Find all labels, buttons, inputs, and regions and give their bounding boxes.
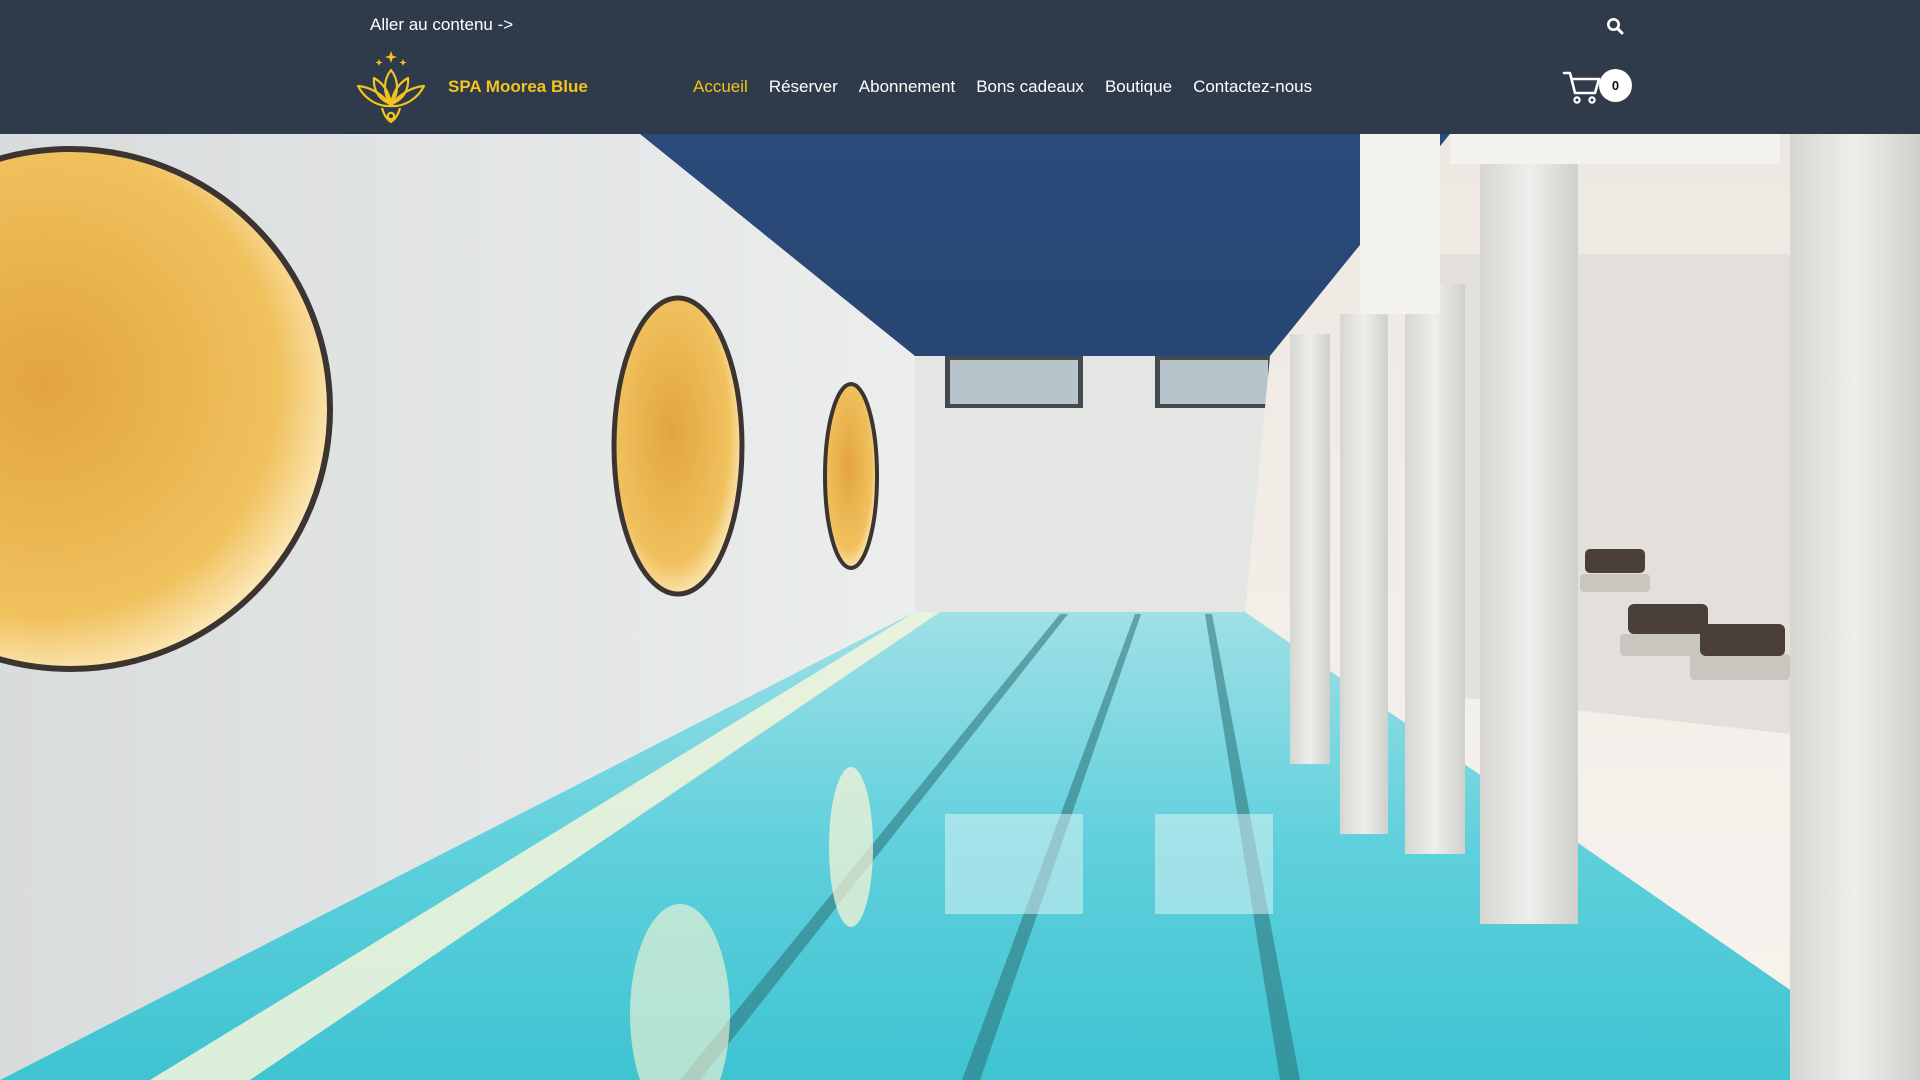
cart-icon [1562,71,1601,104]
nav-item-contactez-nous[interactable]: Contactez-nous [1193,77,1312,97]
nav-item-boutique[interactable]: Boutique [1105,77,1172,97]
lotus-logo-icon [356,51,426,124]
main-nav: Accueil Réserver Abonnement Bons cadeaux… [693,77,1312,97]
nav-item-reserver[interactable]: Réserver [769,77,838,97]
nav-item-accueil[interactable]: Accueil [693,77,748,97]
search-icon [1607,18,1624,35]
cart-count-badge: 0 [1599,69,1632,102]
site-header: Aller au contenu -> SPA Moorea Blue Accu… [0,0,1920,134]
skip-to-content-link[interactable]: Aller au contenu -> [370,15,513,35]
nav-item-abonnement[interactable]: Abonnement [859,77,955,97]
indoor-pool-photo [0,134,1920,1080]
hero-image [0,134,1920,1080]
site-title: SPA Moorea Blue [448,77,588,96]
search-button[interactable] [1603,14,1627,38]
nav-item-bons-cadeaux[interactable]: Bons cadeaux [976,77,1084,97]
site-logo-link[interactable]: SPA Moorea Blue [352,50,588,124]
cart-button[interactable]: 0 [1562,66,1632,106]
